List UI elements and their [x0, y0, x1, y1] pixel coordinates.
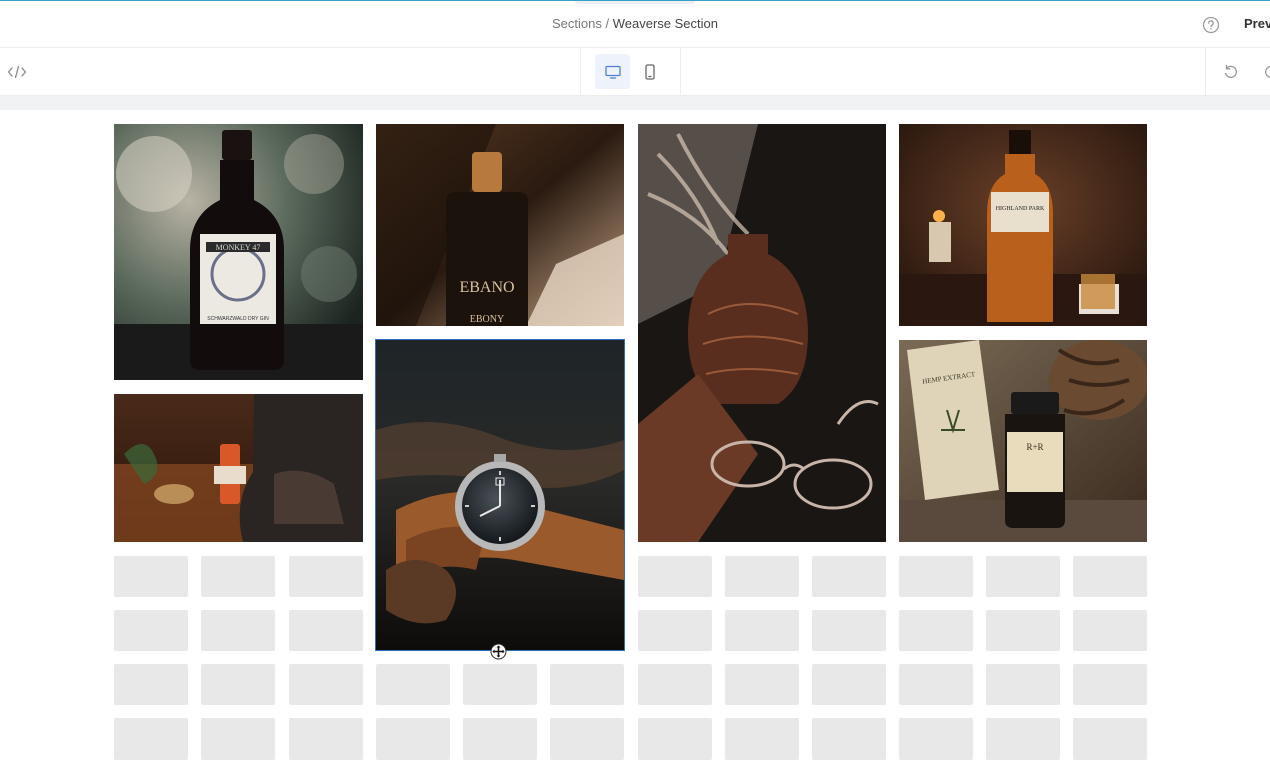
history-controls: [1205, 48, 1270, 95]
placeholder-block: [986, 664, 1060, 705]
hemp-jar-label-text: R+R: [1026, 442, 1043, 452]
placeholder-block: [899, 718, 973, 760]
move-handle-icon[interactable]: [490, 643, 507, 660]
ebano-label-text: EBANO: [459, 279, 514, 296]
top-header: Sections / Weaverse Section Prev: [0, 0, 1270, 48]
placeholder-block: [638, 556, 712, 597]
placeholder-block: [114, 718, 188, 760]
top-tab-hint: [575, 1, 695, 4]
desktop-view-button[interactable]: [595, 54, 630, 89]
breadcrumb-separator: /: [601, 16, 613, 31]
placeholder-block: [812, 718, 886, 760]
wristwatch-image[interactable]: [375, 339, 625, 651]
bar-scene-image[interactable]: [114, 394, 363, 542]
breadcrumb-parent[interactable]: Sections: [552, 16, 602, 31]
placeholder-block: [201, 610, 275, 651]
placeholder-block: [725, 664, 799, 705]
ebano-sublabel-text: EBONY: [470, 314, 504, 325]
undo-icon[interactable]: [1222, 63, 1240, 81]
placeholder-block: [289, 718, 363, 760]
placeholder-block: [201, 718, 275, 760]
placeholder-block: [899, 664, 973, 705]
vase-glasses-image[interactable]: [638, 124, 886, 542]
placeholder-block: [1073, 664, 1147, 705]
placeholder-block: [550, 718, 624, 760]
placeholder-block: [201, 664, 275, 705]
placeholder-block: [376, 664, 450, 705]
gin-bottle-image[interactable]: MONKEY 47 SCHWARZWALD DRY GIN: [114, 124, 363, 380]
whisky-bottle-image[interactable]: HIGHLAND PARK: [899, 124, 1147, 326]
placeholder-block: [1073, 610, 1147, 651]
placeholder-block: [812, 610, 886, 651]
placeholder-block: [638, 664, 712, 705]
placeholder-block: [986, 556, 1060, 597]
desktop-icon: [604, 65, 621, 79]
placeholder-block: [201, 556, 275, 597]
placeholder-block: [463, 664, 537, 705]
breadcrumb: Sections / Weaverse Section: [0, 16, 1270, 31]
placeholder-block: [899, 610, 973, 651]
code-icon[interactable]: [6, 62, 28, 82]
placeholder-block: [812, 556, 886, 597]
whisky-label-text: HIGHLAND PARK: [996, 206, 1045, 212]
gin-label-text: MONKEY 47: [216, 243, 261, 252]
placeholder-block: [550, 664, 624, 705]
mobile-view-button[interactable]: [632, 54, 667, 89]
placeholder-block: [114, 664, 188, 705]
placeholder-block: [289, 556, 363, 597]
ebano-perfume-image[interactable]: EBANO EBONY: [376, 124, 624, 326]
placeholder-block: [114, 556, 188, 597]
help-circle-icon[interactable]: [1201, 15, 1221, 35]
placeholder-block: [986, 718, 1060, 760]
placeholder-block: [1073, 556, 1147, 597]
gin-sublabel-text: SCHWARZWALD DRY GIN: [207, 316, 269, 322]
mobile-icon: [644, 63, 655, 80]
editor-toolbar: [0, 48, 1270, 96]
placeholder-block: [463, 718, 537, 760]
placeholder-block: [812, 664, 886, 705]
placeholder-block: [725, 610, 799, 651]
hemp-extract-image[interactable]: HEMP EXTRACT R+R: [899, 340, 1147, 542]
placeholder-block: [986, 610, 1060, 651]
placeholder-block: [638, 718, 712, 760]
placeholder-block: [114, 610, 188, 651]
device-switcher: [580, 48, 681, 95]
placeholder-block: [1073, 718, 1147, 760]
placeholder-block: [376, 718, 450, 760]
placeholder-block: [289, 610, 363, 651]
placeholder-block: [638, 610, 712, 651]
breadcrumb-current: Weaverse Section: [612, 16, 718, 31]
placeholder-block: [725, 556, 799, 597]
placeholder-block: [899, 556, 973, 597]
preview-button[interactable]: Prev: [1244, 16, 1270, 31]
placeholder-block: [725, 718, 799, 760]
placeholder-block: [289, 664, 363, 705]
canvas-top-strip: [0, 96, 1270, 110]
redo-icon[interactable]: [1262, 63, 1270, 81]
editor-app: Sections / Weaverse Section Prev MONKEY …: [0, 0, 1270, 760]
